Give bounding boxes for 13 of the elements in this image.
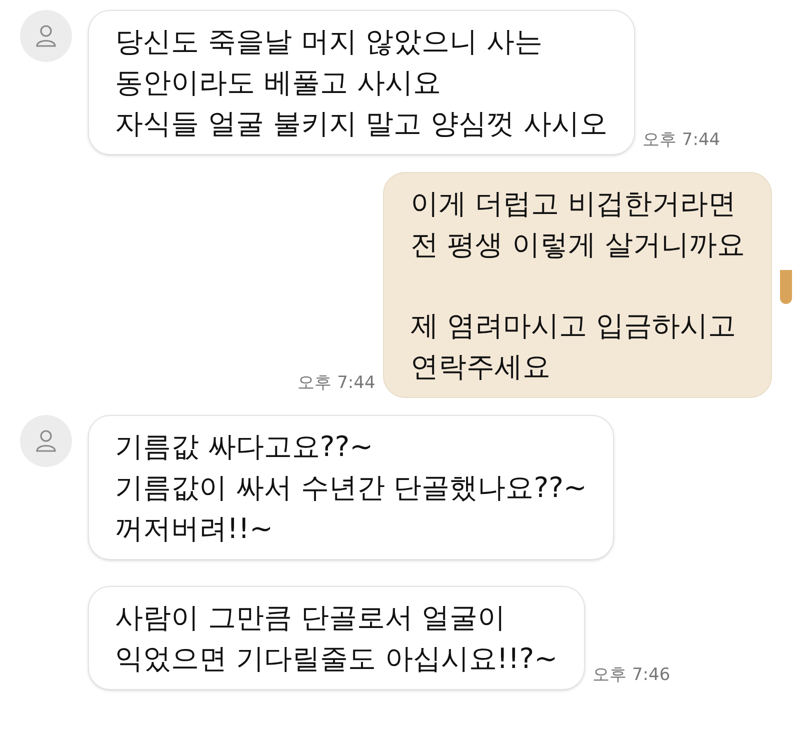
avatar[interactable] — [20, 10, 72, 62]
message-text: 제 염려마시고 입금하시고 연락주세요 — [410, 308, 738, 385]
message-text: 당신도 죽을날 머지 않았으니 사는 동안이라도 베풀고 사시요 자식들 얼굴 불키지 말고 양심껏 사시오 — [115, 24, 608, 142]
avatar[interactable] — [20, 415, 72, 467]
person-icon — [35, 24, 57, 48]
scrollbar[interactable] — [780, 270, 792, 304]
message-time: 오후 7:44 — [642, 128, 720, 152]
message-text: 사람이 그만큼 단골로서 얼굴이 익었으면 기다릴줄도 아십시요!!?~ — [115, 600, 558, 677]
message-text: 기름값 싸다고요??~ 기름값이 싸서 수년간 단골했나요??~ 꺼저버려!!~ — [115, 429, 587, 547]
person-icon — [35, 429, 57, 453]
message-text: 이게 더럽고 비겁한거라면 전 평생 이렇게 살거니까요 — [410, 186, 745, 263]
message-time: 오후 7:46 — [592, 664, 670, 686]
message-time: 오후 7:44 — [298, 372, 376, 394]
